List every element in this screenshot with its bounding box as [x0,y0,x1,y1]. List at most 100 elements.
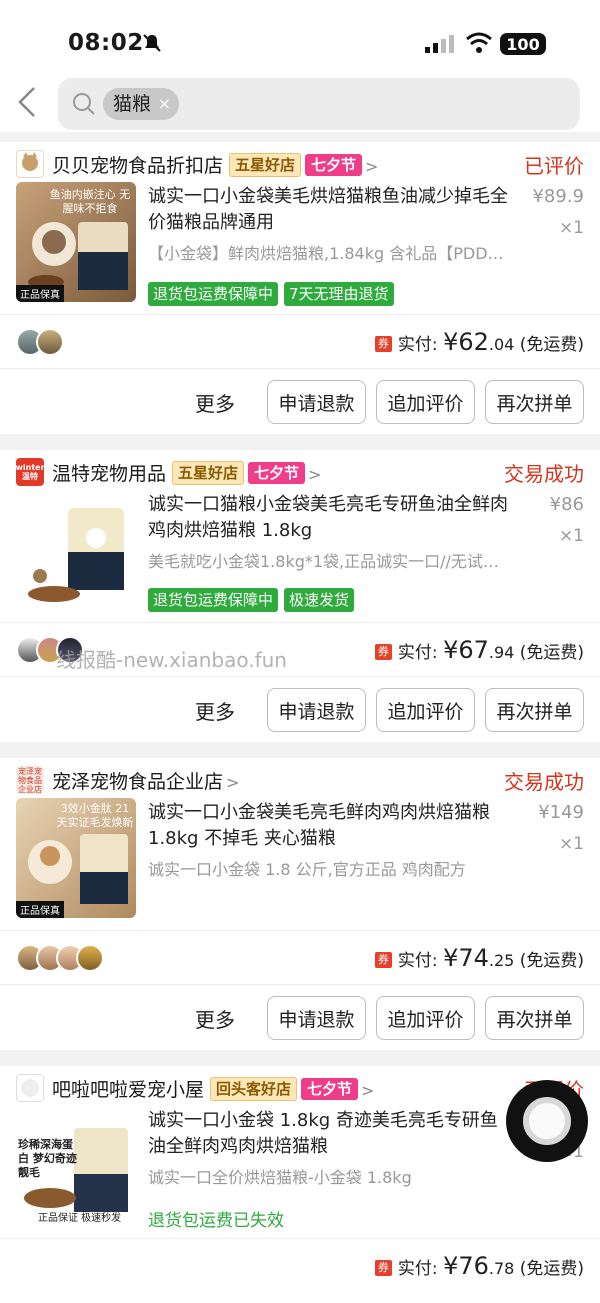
shop-header[interactable]: 宠泽宠物食品企业店 宠泽宠物食品企业店 > 交易成功 [0,758,600,800]
assistive-touch-button[interactable] [506,1080,588,1162]
five-star-badge: 五星好店 [229,153,302,177]
assistive-touch-icon [523,1097,571,1145]
order-status: 交易成功 [504,770,584,794]
shop-header[interactable]: winter 温特 温特宠物用品 五星好店 七夕节 > 交易成功 [0,450,600,492]
product-image[interactable]: 3效小金肽 21天实证毛发焕新 正品保真 [16,798,136,918]
return-insurance-status: 退货包运费已失效 [148,1211,284,1231]
store-logo-icon [21,1079,39,1097]
paid-amount: 券实付: ¥67.94 (免运费) [374,636,584,664]
service-tag: 退货包运费保障中 [148,282,279,306]
qixi-festival-badge: 七夕节 [301,1078,359,1100]
product-sku: 诚实一口小金袋 1.8 公斤,官方正品 鸡肉配方 [148,860,466,879]
shop-name[interactable]: 吧啦吧啦爱宠小屋 回头客好店 七夕节 > [52,1075,374,1102]
add-review-button[interactable]: 追加评价 [376,688,475,732]
paid-integer: ¥76 [443,1252,489,1280]
image-caption: 鱼油内嵌注心 无腥味不拒食 [49,188,131,215]
clear-keyword-icon[interactable]: × [158,88,171,120]
product-quantity: ×1 [558,834,584,854]
add-review-button[interactable]: 追加评价 [376,380,475,424]
search-input[interactable]: 猫粮 × [58,78,580,130]
order-card[interactable]: winter 温特 温特宠物用品 五星好店 七夕节 > 交易成功 诚实一口猫粮小金袋美… [0,450,600,742]
returning-customer-badge: 回头客好店 [210,1077,298,1101]
search-keyword-tag[interactable]: 猫粮 × [103,88,180,120]
paid-decimal: .94 [488,643,515,662]
image-footer-label: 正品保真 [16,285,64,302]
more-button[interactable]: 更多 [195,696,235,725]
more-button[interactable]: 更多 [195,1004,235,1033]
group-avatars [16,328,64,356]
clock: 08:02 [68,30,144,56]
coupon-icon: 券 [374,952,392,968]
shipping-note: (免运费) [519,951,584,971]
shop-name-text: 宠泽宠物食品企业店 [52,771,224,793]
order-status: 已评价 [524,154,584,178]
product-name[interactable]: 诚实一口小金袋 1.8kg 奇迹美毛亮毛专研鱼油全鲜肉鸡肉烘焙猫粮 [148,1108,508,1160]
shop-name[interactable]: 宠泽宠物食品企业店 > [52,767,239,794]
order-card[interactable]: 贝贝宠物食品折扣店 五星好店 七夕节 > 已评价 鱼油内嵌注心 无腥味不拒食 正品保真… [0,142,600,434]
coupon-icon: 券 [374,644,392,660]
order-status: 交易成功 [504,462,584,486]
refund-button[interactable]: 申请退款 [267,996,366,1040]
shop-name[interactable]: 贝贝宠物食品折扣店 五星好店 七夕节 > [52,151,378,178]
order-actions: 更多 申请退款 追加评价 再次拼单 [195,996,584,1040]
shop-name-text: 温特宠物用品 [52,463,167,485]
paid-integer: ¥67 [443,636,489,664]
divider [0,676,600,677]
rebuy-button[interactable]: 再次拼单 [485,380,584,424]
rebuy-button[interactable]: 再次拼单 [485,688,584,732]
image-caption: 3效小金肽 21天实证毛发焕新 [56,802,134,829]
shop-name[interactable]: 温特宠物用品 五星好店 七夕节 > [52,459,321,486]
divider [0,930,600,931]
product-name[interactable]: 诚实一口猫粮小金袋美毛亮毛专研鱼油全鲜肉鸡肉烘焙猫粮 1.8kg [148,492,520,544]
refund-button[interactable]: 申请退款 [267,688,366,732]
status-bar: 08:02 100 [0,0,600,88]
shop-logo [16,1074,44,1102]
back-arrow-icon[interactable] [16,86,40,118]
service-tag: 7天无理由退货 [284,282,394,306]
order-actions: 更多 申请退款 追加评价 再次拼单 [195,380,584,424]
battery-indicator: 100 [500,33,546,55]
chevron-right-icon: > [308,465,322,484]
shop-header[interactable]: 贝贝宠物食品折扣店 五星好店 七夕节 > 已评价 [0,142,600,184]
image-footer-label: 正品保证 极速秒发 [38,1213,122,1224]
product-name[interactable]: 诚实一口小金袋美毛烘焙猫粮鱼油减少掉毛全价猫粮品牌通用 [148,184,520,236]
avatar [76,944,104,972]
coupon-icon: 券 [374,1260,392,1276]
divider [0,314,600,315]
refund-button[interactable]: 申请退款 [267,380,366,424]
service-tag: 退货包运费保障中 [148,588,279,612]
coupon-icon: 券 [374,336,392,352]
search-header: 猫粮 × [0,76,600,132]
shop-logo [16,150,44,178]
watermark: 线报酷-new.xianbao.fun [56,648,287,672]
product-name[interactable]: 诚实一口小金袋美毛亮毛鲜肉鸡肉烘焙猫粮 1.8kg 不掉毛 夹心猫粮 [148,800,520,852]
chevron-right-icon: > [365,157,379,176]
bell-muted-icon [143,34,161,52]
paid-amount: 券实付: ¥76.78 (免运费) [374,1252,584,1280]
qixi-festival-badge: 七夕节 [305,154,363,176]
search-keyword: 猫粮 [113,93,152,115]
cellular-signal-icon [425,35,454,53]
order-actions: 更多 申请退款 追加评价 再次拼单 [195,688,584,732]
product-sku: 【小金袋】鲜肉烘焙猫粮,1.84kg 含礼品【PDD… [148,244,504,263]
product-image[interactable]: 珍稀深海蛋白 梦幻奇迹靓毛 正品保证 极速秒发 [16,1106,136,1226]
rebuy-button[interactable]: 再次拼单 [485,996,584,1040]
paid-integer: ¥62 [443,328,489,356]
add-review-button[interactable]: 追加评价 [376,996,475,1040]
paid-label: 实付: [397,643,438,663]
divider [0,1238,600,1239]
paid-label: 实付: [397,951,438,971]
order-card[interactable]: 宠泽宠物食品企业店 宠泽宠物食品企业店 > 交易成功 3效小金肽 21天实证毛发焕… [0,758,600,1050]
product-sku: 诚实一口全价烘焙猫粮-小金袋 1.8kg [148,1168,412,1187]
shipping-note: (免运费) [519,1259,584,1279]
product-image[interactable] [16,490,136,610]
group-avatars [16,944,104,972]
qixi-festival-badge: 七夕节 [248,462,306,484]
product-image[interactable]: 鱼油内嵌注心 无腥味不拒食 正品保真 [16,182,136,302]
paid-label: 实付: [397,1259,438,1279]
paid-integer: ¥74 [443,944,489,972]
image-caption: 珍稀深海蛋白 梦幻奇迹靓毛 [18,1138,77,1179]
more-button[interactable]: 更多 [195,388,235,417]
product-quantity: ×1 [558,526,584,546]
chevron-right-icon: > [226,773,240,792]
